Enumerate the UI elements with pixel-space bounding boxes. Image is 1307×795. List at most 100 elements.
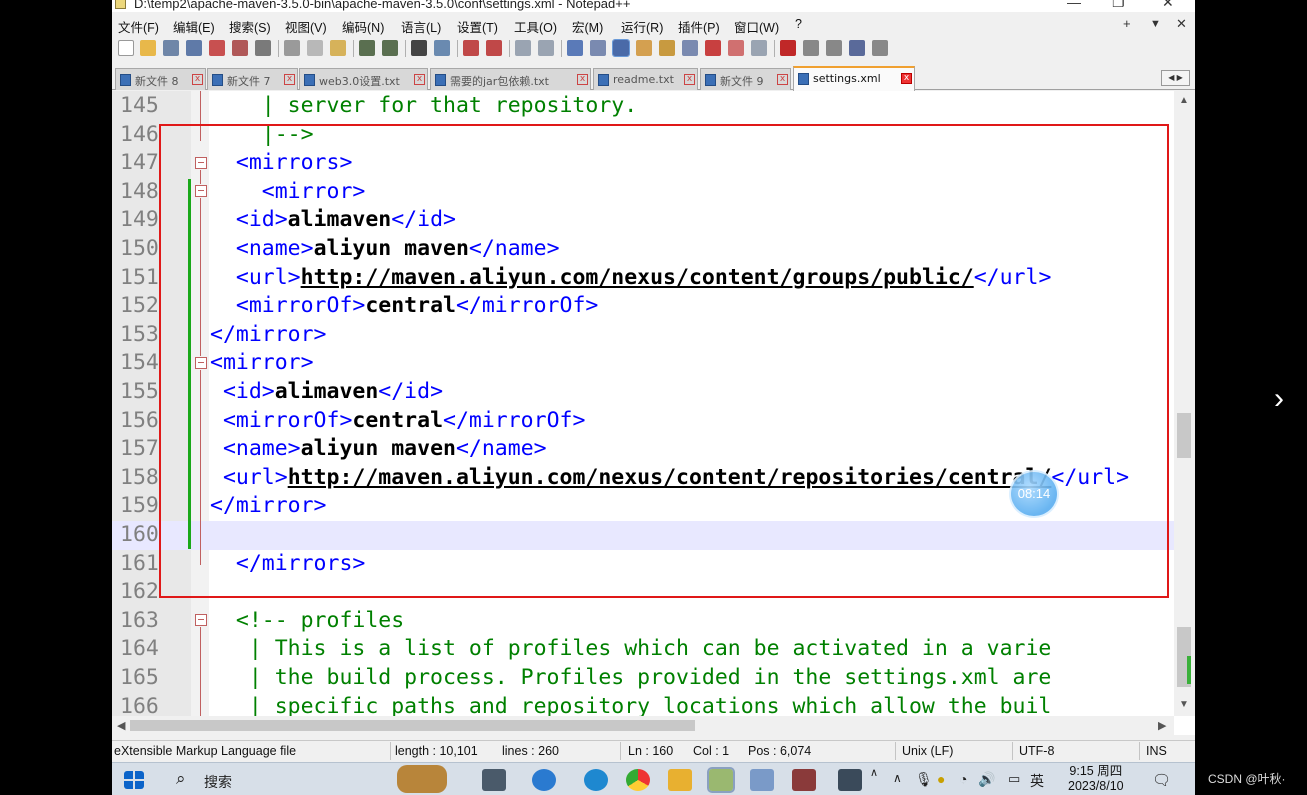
chrome-browser-icon[interactable] — [626, 769, 650, 791]
sync-horizontal-icon[interactable] — [538, 40, 554, 56]
menu-tools[interactable]: 工具(O) — [514, 17, 557, 36]
zoom-out-icon[interactable] — [486, 40, 502, 56]
code-editor[interactable]: 145 | server for that repository. 146 |--… — [112, 91, 1195, 735]
tab-new-file-7[interactable]: 新文件 7 x — [207, 68, 298, 90]
notepadpp-taskbar-icon[interactable] — [707, 767, 735, 793]
menu-close[interactable]: ✕ — [1176, 16, 1187, 32]
menu-language[interactable]: 语言(L) — [401, 17, 441, 36]
menu-search[interactable]: 搜索(S) — [229, 17, 271, 36]
taskbar-search-label[interactable]: 搜索 — [204, 772, 232, 792]
code-line[interactable]: 163 <!-- profiles — [112, 607, 1174, 636]
tab-close-icon[interactable]: x — [284, 74, 295, 85]
menu-view[interactable]: 视图(V) — [285, 17, 327, 36]
tab-close-icon[interactable]: x — [777, 74, 788, 85]
tab-scroll-arrows[interactable]: ◀ ▶ — [1161, 70, 1190, 86]
ie-browser-icon[interactable] — [532, 769, 556, 791]
close-window-button[interactable]: ✕ — [1162, 0, 1174, 11]
fold-toggle-profiles[interactable] — [195, 614, 207, 626]
lion-widget-icon[interactable] — [397, 765, 447, 793]
undo-icon[interactable] — [359, 40, 375, 56]
notification-icon[interactable]: 🗨 — [1152, 771, 1171, 789]
paint-icon[interactable] — [750, 769, 774, 791]
tab-new-file-9[interactable]: 新文件 9 x — [700, 68, 791, 90]
redo-icon[interactable] — [382, 40, 398, 56]
network-icon[interactable]: ◔ — [959, 771, 967, 787]
battery-icon[interactable]: ▭ — [1008, 771, 1020, 787]
volume-icon[interactable]: 🔊 — [978, 771, 995, 788]
restore-button[interactable]: ❐ — [1112, 0, 1125, 11]
vertical-scroll-thumb[interactable] — [1177, 413, 1191, 458]
menu-window[interactable]: 窗口(W) — [734, 17, 779, 36]
close-file-icon[interactable] — [209, 40, 225, 56]
folder-workspace-icon[interactable] — [705, 40, 721, 56]
microphone-icon[interactable]: 🎙 — [915, 771, 933, 788]
paste-icon[interactable] — [330, 40, 346, 56]
find-icon[interactable] — [411, 40, 427, 56]
status-encoding[interactable]: UTF-8 — [1019, 744, 1054, 758]
tab-settings-xml[interactable]: settings.xml x — [793, 66, 915, 91]
scroll-up-arrow-icon[interactable]: ▲ — [1179, 95, 1189, 106]
save-icon[interactable] — [163, 40, 179, 56]
tab-close-icon[interactable]: x — [901, 73, 912, 84]
horizontal-scrollbar[interactable]: ◀ ▶ — [112, 716, 1174, 735]
tab-close-icon[interactable]: x — [684, 74, 695, 85]
vertical-scrollbar[interactable]: ▲ ▼ — [1174, 91, 1195, 716]
scroll-right-arrow-icon[interactable]: ▶ — [1158, 719, 1166, 732]
windows-start-icon[interactable] — [124, 771, 144, 789]
tab-jar-dependencies[interactable]: 需要的jar包依赖.txt x — [430, 68, 591, 90]
indent-guide-icon[interactable] — [612, 39, 630, 57]
open-file-icon[interactable] — [140, 40, 156, 56]
tab-close-icon[interactable]: x — [414, 74, 425, 85]
word-wrap-icon[interactable] — [567, 40, 583, 56]
status-insert-mode[interactable]: INS — [1146, 744, 1167, 758]
sync-vertical-icon[interactable] — [515, 40, 531, 56]
stop-macro-icon[interactable] — [803, 40, 819, 56]
horizontal-scroll-thumb[interactable] — [130, 720, 695, 731]
ime-indicator[interactable]: 英 — [1030, 771, 1044, 791]
cut-icon[interactable] — [284, 40, 300, 56]
zoom-in-icon[interactable] — [463, 40, 479, 56]
close-all-icon[interactable] — [232, 40, 248, 56]
menu-settings[interactable]: 设置(T) — [457, 17, 498, 36]
file-explorer-icon[interactable] — [668, 769, 692, 791]
play-macro-icon[interactable] — [826, 40, 842, 56]
code-line[interactable]: 164 | This is a list of profiles which c… — [112, 635, 1174, 664]
tab-web3-settings[interactable]: web3.0设置.txt x — [299, 68, 428, 90]
search-icon[interactable]: ⌕ — [176, 769, 186, 789]
menu-run[interactable]: 运行(R) — [621, 17, 663, 36]
save-macro-icon[interactable] — [872, 40, 888, 56]
tab-close-icon[interactable]: x — [192, 74, 203, 85]
status-eol[interactable]: Unix (LF) — [902, 744, 953, 758]
function-list-icon[interactable] — [682, 40, 698, 56]
menu-plus[interactable]: + — [1123, 16, 1131, 31]
monitoring-icon[interactable] — [728, 40, 744, 56]
copy-icon[interactable] — [307, 40, 323, 56]
print-icon[interactable] — [255, 40, 271, 56]
language-icon[interactable] — [636, 40, 652, 56]
record-macro-icon[interactable] — [780, 40, 796, 56]
tab-new-file-8[interactable]: 新文件 8 x — [115, 68, 206, 90]
menu-dropdown[interactable]: ▼ — [1150, 18, 1161, 30]
menu-plugins[interactable]: 插件(P) — [678, 17, 720, 36]
run-macro-multiple-icon[interactable] — [849, 40, 865, 56]
replace-icon[interactable] — [434, 40, 450, 56]
next-slide-chevron-icon[interactable]: › — [1274, 382, 1284, 416]
tray-app-icon[interactable]: ● — [937, 771, 945, 787]
show-all-chars-icon[interactable] — [590, 40, 606, 56]
menu-edit[interactable]: 编辑(E) — [173, 17, 215, 36]
minimize-button[interactable]: — — [1067, 0, 1081, 10]
menu-macro[interactable]: 宏(M) — [572, 17, 603, 36]
tab-close-icon[interactable]: x — [577, 74, 588, 85]
app-taskbar-icon[interactable] — [792, 769, 816, 791]
code-line[interactable]: 145 | server for that repository. — [112, 92, 1174, 121]
menu-help[interactable]: ? — [795, 17, 802, 31]
tray-overflow-icon[interactable]: ∧ — [870, 766, 878, 779]
edge-browser-icon[interactable] — [584, 769, 608, 791]
tab-readme[interactable]: readme.txt x — [593, 68, 698, 90]
screen-app-icon[interactable] — [838, 769, 862, 791]
menu-file[interactable]: 文件(F) — [118, 17, 159, 36]
task-view-icon[interactable] — [482, 769, 506, 791]
scroll-left-arrow-icon[interactable]: ◀ — [117, 719, 125, 732]
new-file-icon[interactable] — [118, 40, 134, 56]
menu-encoding[interactable]: 编码(N) — [342, 17, 384, 36]
